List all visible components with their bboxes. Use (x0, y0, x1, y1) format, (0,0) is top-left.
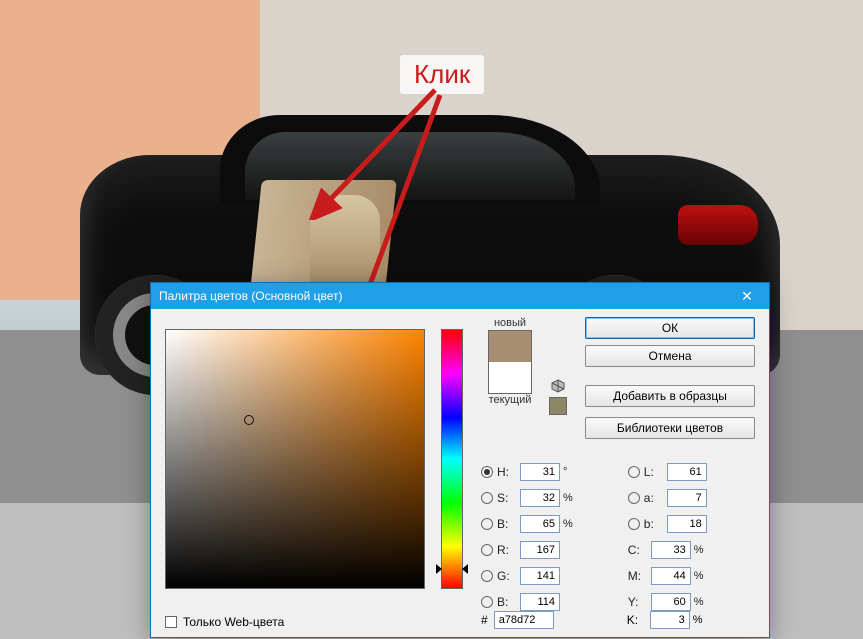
input-s[interactable] (520, 489, 560, 507)
label-y: Y: (628, 595, 648, 609)
cancel-button[interactable]: Отмена (585, 345, 755, 367)
label-b: b: (644, 517, 664, 531)
label-bb: B: (497, 595, 517, 609)
close-button[interactable]: ✕ (725, 283, 769, 309)
dialog-titlebar[interactable]: Палитра цветов (Основной цвет) ✕ (151, 283, 769, 309)
label-k: K: (627, 613, 647, 627)
label-g: G: (497, 569, 517, 583)
hue-indicator-icon (436, 564, 468, 574)
radio-bb[interactable] (481, 596, 493, 608)
input-h[interactable] (520, 463, 560, 481)
input-m[interactable] (651, 567, 691, 585)
radio-bv[interactable] (481, 518, 493, 530)
radio-r[interactable] (481, 544, 493, 556)
input-bb[interactable] (520, 593, 560, 611)
input-hex[interactable] (494, 611, 554, 629)
unit-k: % (693, 614, 707, 626)
input-a[interactable] (667, 489, 707, 507)
ok-button[interactable]: ОК (585, 317, 755, 339)
add-to-swatches-button[interactable]: Добавить в образцы (585, 385, 755, 407)
input-l[interactable] (667, 463, 707, 481)
annotation-click-label: Клик (400, 55, 484, 94)
label-s: S: (497, 491, 517, 505)
input-g[interactable] (520, 567, 560, 585)
unit-h: ° (563, 466, 577, 478)
input-r[interactable] (520, 541, 560, 559)
swatch-current-label: текущий (477, 394, 543, 406)
swatch-current-color (489, 362, 531, 393)
color-picker-dialog: Палитра цветов (Основной цвет) ✕ новый т… (150, 282, 770, 638)
label-h: H: (497, 465, 517, 479)
unit-y: % (694, 596, 708, 608)
label-c: C: (628, 543, 648, 557)
unit-m: % (694, 570, 708, 582)
input-c[interactable] (651, 541, 691, 559)
label-r: R: (497, 543, 517, 557)
gamut-nearest-swatch[interactable] (549, 397, 567, 415)
unit-bv: % (563, 518, 577, 530)
unit-s: % (563, 492, 577, 504)
dialog-title: Палитра цветов (Основной цвет) (159, 289, 343, 303)
radio-h[interactable] (481, 466, 493, 478)
color-libraries-button[interactable]: Библиотеки цветов (585, 417, 755, 439)
hue-slider[interactable] (441, 329, 463, 589)
label-a: a: (644, 491, 664, 505)
saturation-value-field[interactable] (165, 329, 425, 589)
close-icon: ✕ (741, 288, 753, 305)
color-swatch[interactable] (488, 330, 532, 394)
swatch-new-color (489, 331, 531, 362)
swatch-new-label: новый (477, 317, 543, 329)
radio-a[interactable] (628, 492, 640, 504)
label-bv: B: (497, 517, 517, 531)
only-web-colors-label: Только Web-цвета (183, 615, 284, 629)
radio-b[interactable] (628, 518, 640, 530)
label-l: L: (644, 465, 664, 479)
radio-l[interactable] (628, 466, 640, 478)
label-m: M: (628, 569, 648, 583)
unit-c: % (694, 544, 708, 556)
input-y[interactable] (651, 593, 691, 611)
radio-g[interactable] (481, 570, 493, 582)
color-values-grid: H: ° L: S: % a: (481, 459, 755, 615)
hex-prefix: # (481, 613, 488, 627)
radio-s[interactable] (481, 492, 493, 504)
input-k[interactable] (650, 611, 690, 629)
only-web-colors-checkbox[interactable] (165, 616, 177, 628)
sv-marker-icon (244, 415, 254, 425)
input-b[interactable] (667, 515, 707, 533)
gamut-warning-icon[interactable] (551, 379, 565, 393)
input-bv[interactable] (520, 515, 560, 533)
